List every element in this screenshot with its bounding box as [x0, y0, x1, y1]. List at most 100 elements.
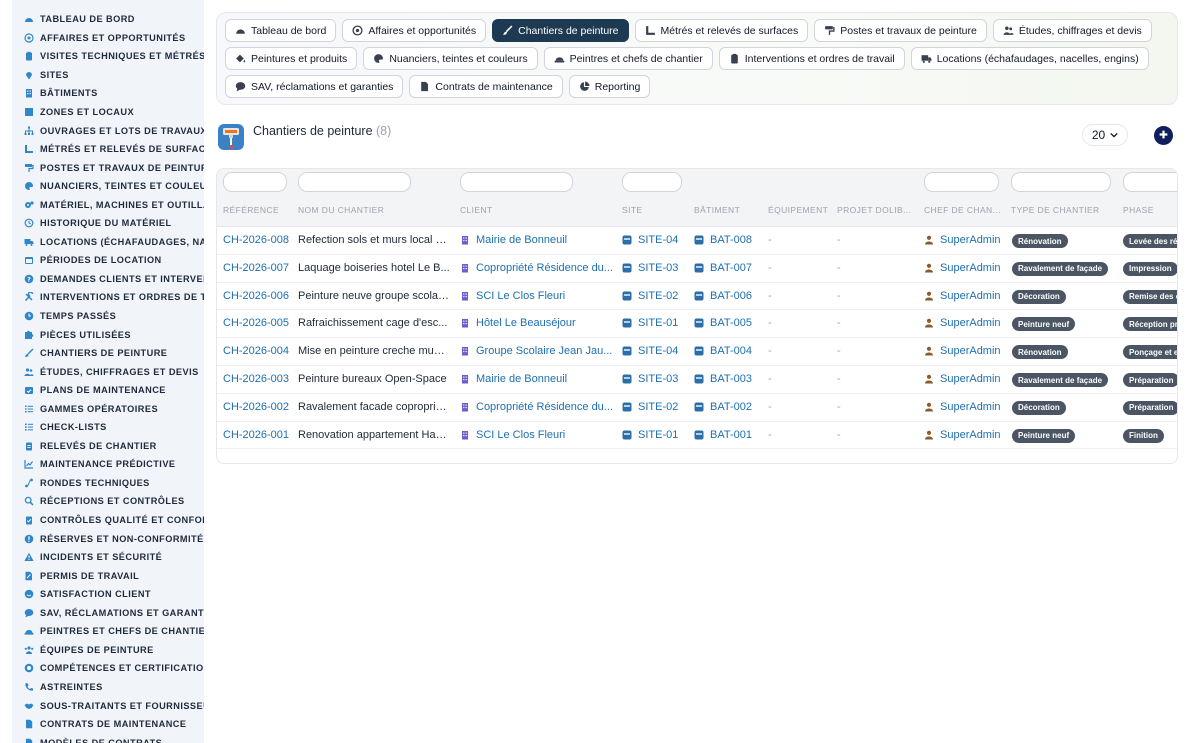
site-link[interactable]: SITE-03	[622, 262, 688, 274]
chef-link[interactable]: SuperAdmin	[924, 429, 1004, 441]
nav-tab-contrats-de-maintenance[interactable]: Contrats de maintenance	[409, 75, 563, 98]
client-link[interactable]: Mairie de Bonneuil	[460, 373, 615, 385]
nav-tab-interventions-et-ordres-de-travail[interactable]: Interventions et ordres de travail	[718, 47, 905, 70]
sidebar-item-rondes-techniques[interactable]: Rondes techniques	[12, 474, 204, 493]
batiment-link[interactable]: BAT-005	[694, 317, 762, 329]
sidebar-item-demandes-clients-et-interventions[interactable]: ? Demandes clients et interventions	[12, 270, 204, 289]
nav-tab-peintures-et-produits[interactable]: Peintures et produits	[225, 47, 358, 70]
sidebar-item-interventions-et-ordres-de-travail[interactable]: Interventions et ordres de travail	[12, 288, 204, 307]
sidebar-item-tableau-de-bord[interactable]: Tableau de bord	[12, 10, 204, 29]
client-link[interactable]: Hôtel Le Beauséjour	[460, 317, 615, 329]
nav-tab-tableau-de-bord[interactable]: Tableau de bord	[225, 19, 337, 42]
nav-tab-etudes-chiffrages-et-devis[interactable]: Études, chiffrages et devis	[992, 19, 1152, 42]
nav-tab-reporting[interactable]: Reporting	[568, 75, 651, 98]
filter-site-input[interactable]	[622, 172, 682, 192]
table-row[interactable]: CH-2026-001 Renovation appartement Hau...…	[217, 422, 1177, 450]
sidebar-item-sav-reclamations-et-garanties[interactable]: SAV, réclamations et garanties	[12, 604, 204, 623]
chef-link[interactable]: SuperAdmin	[924, 317, 1004, 329]
reference-link[interactable]: CH-2026-002	[223, 401, 295, 413]
table-row[interactable]: CH-2026-005 Rafraichissement cage d'esc..…	[217, 310, 1177, 339]
client-link[interactable]: SCI Le Clos Fleuri	[460, 429, 615, 441]
add-record-button[interactable]	[1154, 126, 1173, 145]
reference-link[interactable]: CH-2026-008	[223, 234, 295, 246]
sidebar-item-visites-techniques-et-metres[interactable]: Visites techniques et métrés	[12, 47, 204, 66]
table-row[interactable]: CH-2026-007 Laquage boiseries hotel Le B.…	[217, 255, 1177, 283]
sidebar-item-check-lists[interactable]: Check-lists	[12, 418, 204, 437]
chef-link[interactable]: SuperAdmin	[924, 345, 1004, 357]
nav-tab-chantiers-de-peinture[interactable]: Chantiers de peinture	[492, 19, 629, 42]
reference-link[interactable]: CH-2026-007	[223, 262, 295, 274]
sidebar-item-temps-passes[interactable]: Temps passés	[12, 307, 204, 326]
filter-type-input[interactable]	[1011, 172, 1111, 192]
nav-tab-affaires-et-opportunites[interactable]: Affaires et opportunités	[342, 19, 487, 42]
batiment-link[interactable]: BAT-006	[694, 290, 762, 302]
reference-link[interactable]: CH-2026-001	[223, 429, 295, 441]
sidebar-item-pieces-utilisees[interactable]: Pièces utilisées	[12, 325, 204, 344]
site-link[interactable]: SITE-01	[622, 429, 688, 441]
column-header[interactable]: Équipement	[768, 205, 832, 215]
sidebar-item-historique-du-materiel[interactable]: Historique du matériel	[12, 214, 204, 233]
column-header[interactable]: Nom du chantier	[298, 205, 453, 215]
chef-link[interactable]: SuperAdmin	[924, 290, 1004, 302]
nav-tab-peintres-et-chefs-de-chantier[interactable]: Peintres et chefs de chantier	[543, 47, 713, 70]
sidebar-item-competences-et-certifications[interactable]: Compétences et certifications	[12, 659, 204, 678]
client-link[interactable]: Groupe Scolaire Jean Jau...	[460, 345, 615, 357]
sidebar-item-locations-echafaudages-nacelles[interactable]: Locations (échafaudages, nacelles)	[12, 233, 204, 252]
column-header[interactable]: Bâtiment	[694, 205, 762, 215]
batiment-link[interactable]: BAT-007	[694, 262, 762, 274]
sidebar-item-gammes-operatoires[interactable]: Gammes opératoires	[12, 399, 204, 418]
sidebar-item-incidents-et-securite[interactable]: Incidents et sécurité	[12, 548, 204, 567]
batiment-link[interactable]: BAT-008	[694, 234, 762, 246]
filter-chef-input[interactable]	[924, 172, 999, 192]
site-link[interactable]: SITE-02	[622, 401, 688, 413]
site-link[interactable]: SITE-02	[622, 290, 688, 302]
table-row[interactable]: CH-2026-002 Ravalement facade coproprie..…	[217, 394, 1177, 422]
sidebar-item-postes-et-travaux-de-peinture[interactable]: Postes et travaux de peinture	[12, 158, 204, 177]
sidebar-item-chantiers-de-peinture[interactable]: Chantiers de peinture	[12, 344, 204, 363]
site-link[interactable]: SITE-03	[622, 373, 688, 385]
sidebar-item-maintenance-predictive[interactable]: Maintenance prédictive	[12, 455, 204, 474]
sidebar-item-contrats-de-maintenance[interactable]: Contrats de maintenance	[12, 715, 204, 734]
sidebar-item-receptions-et-controles[interactable]: Réceptions et contrôles	[12, 492, 204, 511]
reference-link[interactable]: CH-2026-006	[223, 290, 295, 302]
reference-link[interactable]: CH-2026-005	[223, 317, 295, 329]
nav-tab-nuanciers-teintes-et-couleurs[interactable]: Nuanciers, teintes et couleurs	[363, 47, 538, 70]
nav-tab-sav-reclamations-et-garanties[interactable]: SAV, réclamations et garanties	[225, 75, 404, 98]
column-header[interactable]: Phase	[1123, 205, 1177, 215]
batiment-link[interactable]: BAT-004	[694, 345, 762, 357]
sidebar-item-modeles-de-contrats[interactable]: Modèles de contrats	[12, 733, 204, 743]
nav-tab-metres-et-releves-de-surfaces[interactable]: Métrés et relevés de surfaces	[634, 19, 809, 42]
sidebar-item-materiel-machines-et-outillage[interactable]: Matériel, machines et outillage	[12, 195, 204, 214]
nav-tab-locations-echafaudages-nacelles-engins[interactable]: Locations (échafaudages, nacelles, engin…	[910, 47, 1149, 70]
batiment-link[interactable]: BAT-001	[694, 429, 762, 441]
reference-link[interactable]: CH-2026-003	[223, 373, 295, 385]
filter-phase-input[interactable]	[1123, 172, 1177, 192]
column-header[interactable]: Référence	[223, 205, 295, 215]
sidebar-item-satisfaction-client[interactable]: Satisfaction client	[12, 585, 204, 604]
reference-link[interactable]: CH-2026-004	[223, 345, 295, 357]
filter-name-input[interactable]	[298, 172, 411, 192]
per-page-select[interactable]: 20	[1082, 124, 1128, 146]
sidebar-item-sites[interactable]: Sites	[12, 66, 204, 85]
nav-tab-postes-et-travaux-de-peinture[interactable]: Postes et travaux de peinture	[814, 19, 987, 42]
column-header[interactable]: Chef de chan...	[924, 205, 1004, 215]
sidebar-item-nuanciers-teintes-et-couleurs[interactable]: Nuanciers, teintes et couleurs	[12, 177, 204, 196]
chef-link[interactable]: SuperAdmin	[924, 262, 1004, 274]
client-link[interactable]: SCI Le Clos Fleuri	[460, 290, 615, 302]
client-link[interactable]: Copropriété Résidence du...	[460, 401, 615, 413]
table-row[interactable]: CH-2026-003 Peinture bureaux Open-Space Ma…	[217, 366, 1177, 394]
sidebar-item-zones-et-locaux[interactable]: Zones et locaux	[12, 103, 204, 122]
sidebar-item-etudes-chiffrages-et-devis[interactable]: Études, chiffrages et devis	[12, 362, 204, 381]
chef-link[interactable]: SuperAdmin	[924, 234, 1004, 246]
site-link[interactable]: SITE-04	[622, 234, 688, 246]
sidebar-item-periodes-de-location[interactable]: Périodes de location	[12, 251, 204, 270]
table-row[interactable]: CH-2026-008 Refection sols et murs local …	[217, 227, 1177, 255]
chef-link[interactable]: SuperAdmin	[924, 373, 1004, 385]
column-header[interactable]: Type de chantier	[1011, 205, 1116, 215]
batiment-link[interactable]: BAT-003	[694, 373, 762, 385]
sidebar-item-peintres-et-chefs-de-chantier[interactable]: Peintres et chefs de chantier	[12, 622, 204, 641]
sidebar-item-metres-et-releves-de-surfaces[interactable]: Métrés et relevés de surfaces	[12, 140, 204, 159]
site-link[interactable]: SITE-04	[622, 345, 688, 357]
sidebar-item-plans-de-maintenance[interactable]: Plans de maintenance	[12, 381, 204, 400]
sidebar-item-permis-de-travail[interactable]: Permis de travail	[12, 566, 204, 585]
